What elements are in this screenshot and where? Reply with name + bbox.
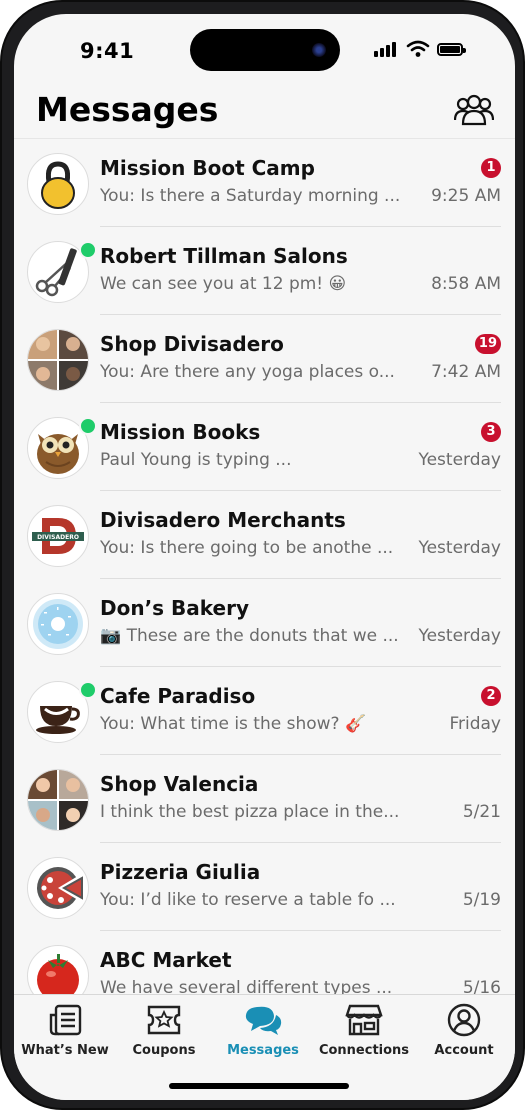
conversation-preview: You: What time is the show? 🎸 bbox=[100, 714, 367, 734]
divisadero-logo: DIVISADERO bbox=[27, 505, 89, 567]
group-avatar bbox=[27, 769, 89, 831]
status-time: 9:41 bbox=[80, 39, 135, 63]
conversation-time: Friday bbox=[449, 714, 501, 734]
tab-label: What’s New bbox=[21, 1043, 109, 1058]
conversation-list[interactable]: Mission Boot Camp You: Is there a Saturd… bbox=[14, 139, 515, 994]
conversation-name: Shop Valencia bbox=[100, 772, 259, 796]
online-indicator bbox=[79, 241, 97, 259]
conversation-row[interactable]: Cafe Paradiso You: What time is the show… bbox=[14, 667, 515, 755]
conversation-name: Mission Books bbox=[100, 420, 261, 444]
conversation-row[interactable]: Shop Valencia I think the best pizza pla… bbox=[14, 755, 515, 843]
conversation-preview: 📷 These are the donuts that we ... bbox=[100, 626, 399, 646]
unread-badge: 1 bbox=[481, 158, 501, 178]
conversation-time: 5/21 bbox=[462, 802, 501, 822]
unread-badge: 2 bbox=[481, 686, 501, 706]
conversation-time: 5/19 bbox=[462, 890, 501, 910]
conversation-name: Mission Boot Camp bbox=[100, 156, 315, 180]
conversation-preview: We have several different types ... bbox=[100, 978, 393, 994]
tab-label: Connections bbox=[318, 1043, 410, 1058]
conversation-preview: You: Are there any yoga places o... bbox=[100, 362, 395, 382]
conversation-preview: I think the best pizza place in the... bbox=[100, 802, 400, 822]
conversation-name: Shop Divisadero bbox=[100, 332, 284, 356]
conversation-time: 9:25 AM bbox=[431, 186, 501, 206]
home-indicator[interactable] bbox=[169, 1083, 349, 1089]
conversation-time: 5/16 bbox=[462, 978, 501, 994]
donut-icon bbox=[27, 593, 89, 655]
tab-label: Coupons bbox=[132, 1043, 196, 1058]
conversation-row[interactable]: Robert Tillman Salons We can see you at … bbox=[14, 227, 515, 315]
page-title: Messages bbox=[36, 90, 219, 129]
group-avatar bbox=[27, 329, 89, 391]
conversation-row[interactable]: DIVISADERO Divisadero Merchants You: Is … bbox=[14, 491, 515, 579]
star-coupon-icon bbox=[147, 1005, 181, 1035]
unread-badge: 19 bbox=[474, 334, 501, 354]
conversation-row[interactable]: Mission Books Paul Young is typing ... 3… bbox=[14, 403, 515, 491]
storefront-icon bbox=[345, 1004, 383, 1036]
conversation-time: Yesterday bbox=[418, 626, 501, 646]
dynamic-island bbox=[190, 29, 340, 71]
status-icons bbox=[370, 40, 480, 60]
conversation-row[interactable]: ABC Market We have several different typ… bbox=[14, 931, 515, 994]
conversation-row[interactable]: Don’s Bakery 📷 These are the donuts that… bbox=[14, 579, 515, 667]
group-people-icon[interactable] bbox=[454, 94, 494, 126]
conversation-time: Yesterday bbox=[418, 538, 501, 558]
conversation-preview: Paul Young is typing ... bbox=[100, 450, 292, 470]
conversation-time: Yesterday bbox=[418, 450, 501, 470]
tab-label: Account bbox=[434, 1043, 494, 1058]
conversation-name: Robert Tillman Salons bbox=[100, 244, 348, 268]
conversation-name: Divisadero Merchants bbox=[100, 508, 346, 532]
battery-icon bbox=[437, 43, 466, 56]
tomato-icon bbox=[27, 945, 89, 994]
conversation-name: Pizzeria Giulia bbox=[100, 860, 261, 884]
conversation-preview: We can see you at 12 pm! 😀 bbox=[100, 274, 347, 294]
online-indicator bbox=[79, 681, 97, 699]
conversation-name: Cafe Paradiso bbox=[100, 684, 256, 708]
wifi-icon bbox=[406, 40, 430, 57]
svg-text:DIVISADERO: DIVISADERO bbox=[37, 534, 79, 541]
pizza-icon bbox=[27, 857, 89, 919]
tab-label: Messages bbox=[227, 1043, 299, 1058]
online-indicator bbox=[79, 417, 97, 435]
tab-connections[interactable]: Connections bbox=[314, 1003, 414, 1058]
tab-messages[interactable]: Messages bbox=[213, 1003, 313, 1058]
tab-coupons[interactable]: Coupons bbox=[114, 1003, 214, 1058]
conversation-name: ABC Market bbox=[100, 948, 232, 972]
phone-frame: 9:41 Messages Mission Boot Camp You: Is … bbox=[0, 0, 525, 1110]
chat-bubbles-icon bbox=[245, 1006, 282, 1035]
unread-badge: 3 bbox=[481, 422, 501, 442]
camera-icon bbox=[312, 43, 326, 57]
tab-account[interactable]: Account bbox=[414, 1003, 514, 1058]
conversation-row[interactable]: Shop Divisadero You: Are there any yoga … bbox=[14, 315, 515, 403]
tab-whats-new[interactable]: What’s New bbox=[15, 1003, 115, 1058]
kettlebell-icon bbox=[27, 153, 89, 215]
conversation-time: 8:58 AM bbox=[431, 274, 501, 294]
conversation-time: 7:42 AM bbox=[431, 362, 501, 382]
conversation-preview: You: Is there a Saturday morning ... bbox=[100, 186, 400, 206]
conversation-row[interactable]: Mission Boot Camp You: Is there a Saturd… bbox=[14, 139, 515, 227]
conversation-preview: You: I’d like to reserve a table fo ... bbox=[100, 890, 396, 910]
conversation-preview: You: Is there going to be anothe ... bbox=[100, 538, 394, 558]
news-icon bbox=[49, 1004, 82, 1036]
conversation-name: Don’s Bakery bbox=[100, 596, 250, 620]
conversation-row[interactable]: Pizzeria Giulia You: I’d like to reserve… bbox=[14, 843, 515, 931]
screen: 9:41 Messages Mission Boot Camp You: Is … bbox=[14, 14, 515, 1100]
user-circle-icon bbox=[447, 1003, 481, 1037]
